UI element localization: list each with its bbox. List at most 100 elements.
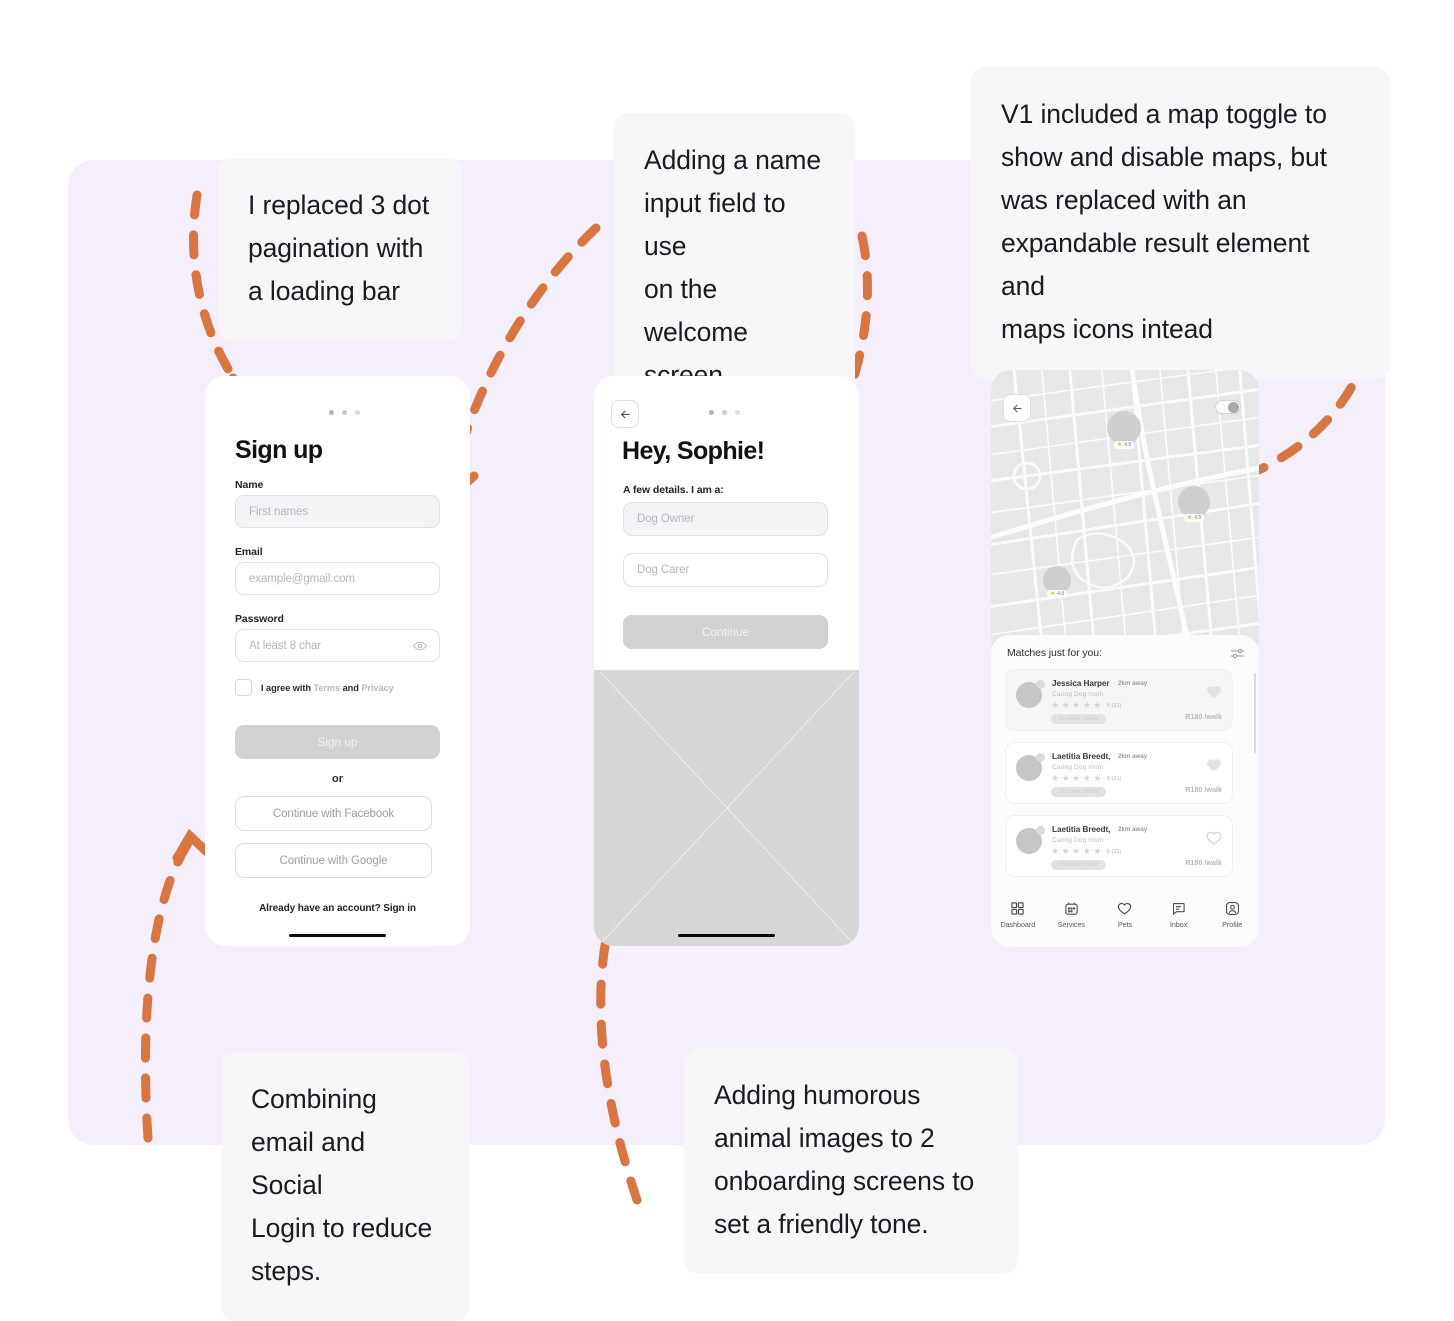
match-badge: 19 repeat clients <box>1051 787 1106 797</box>
matches-scrollbar[interactable] <box>1253 673 1256 753</box>
tab-inbox[interactable]: Inbox <box>1155 901 1203 929</box>
signin-footer-prefix: Already have an account? <box>259 903 384 914</box>
match-rating: ★ ★ ★ ★ ★ 5 (31) <box>1051 774 1122 783</box>
continue-with-google-button[interactable]: Continue with Google <box>235 843 432 878</box>
callout-humorous-images: Adding humorous animal images to 2 onboa… <box>684 1048 1018 1274</box>
match-price: R180 /walk <box>1185 785 1222 794</box>
match-distance: 2km away <box>1118 753 1148 760</box>
privacy-link[interactable]: Privacy <box>361 683 393 693</box>
home-indicator <box>289 933 386 937</box>
matches-sheet: Matches just for you: Jessica Harper 2km… <box>991 635 1259 947</box>
pagination-dot-3 <box>735 410 740 415</box>
tab-dashboard-label: Dashboard <box>1000 920 1036 929</box>
match-badge: 19 repeat clients <box>1051 714 1106 724</box>
match-rating: ★ ★ ★ ★ ★ 5 (31) <box>1051 701 1122 710</box>
star-icon: ★ <box>1051 773 1060 783</box>
role-option-dog-owner[interactable]: Dog Owner <box>623 502 828 536</box>
match-card[interactable]: Laetitia Breedt, 2km away Caring Dog mom… <box>1005 815 1233 877</box>
star-icon: ★ <box>1093 773 1102 783</box>
match-score: 5 (31) <box>1106 775 1122 782</box>
google-button-label: Continue with Google <box>279 854 388 867</box>
match-distance: 2km away <box>1118 826 1148 833</box>
phone-mockup-map: ★ 4.8 ★ 4.8 ★ 4.8 Matches just for you: … <box>991 370 1259 947</box>
tab-dashboard[interactable]: Dashboard <box>994 901 1042 929</box>
star-icon: ★ <box>1061 700 1070 710</box>
page-title-signup: Sign up <box>235 436 323 464</box>
matches-sheet-title: Matches just for you: <box>1007 647 1102 659</box>
tab-pets-label: Pets <box>1117 920 1133 929</box>
password-input-placeholder: At least 8 char <box>249 639 322 652</box>
match-score: 5 (31) <box>1106 702 1122 709</box>
terms-row[interactable]: I agree with Terms and Privacy <box>235 679 394 696</box>
signin-link[interactable]: Sign in <box>383 903 416 914</box>
name-input-placeholder: First names <box>249 505 308 518</box>
map-pin-rating: ★ 4.8 <box>1046 590 1068 598</box>
name-input[interactable]: First names <box>235 495 440 528</box>
tab-pets[interactable]: Pets <box>1101 901 1149 929</box>
arrow-left-icon <box>1012 404 1022 412</box>
pagination-dot-1 <box>709 410 714 415</box>
map-pin-2[interactable]: ★ 4.8 <box>1178 486 1210 522</box>
map-pin-avatar <box>1107 411 1141 445</box>
match-price: R180 /walk <box>1185 712 1222 721</box>
tab-inbox-label: Inbox <box>1169 920 1188 929</box>
map-pin-3[interactable]: ★ 4.8 <box>1043 566 1071 598</box>
facebook-button-label: Continue with Facebook <box>272 807 395 820</box>
back-button[interactable] <box>611 400 639 428</box>
continue-button[interactable]: Continue <box>623 615 828 649</box>
star-icon: ★ <box>1082 700 1091 710</box>
match-card[interactable]: Jessica Harper 2km away Caring Dog mom ★… <box>1005 669 1233 731</box>
role-option-dog-owner-label: Dog Owner <box>637 513 695 525</box>
welcome-subtitle: A few details. I am a: <box>623 484 724 496</box>
signup-submit-button[interactable]: Sign up <box>235 725 440 759</box>
avatar <box>1016 826 1045 854</box>
star-icon: ★ <box>1061 773 1070 783</box>
continue-button-label: Continue <box>701 625 750 639</box>
callout-name-field-text: Adding a name input field to use on the … <box>644 145 821 390</box>
signin-footer[interactable]: Already have an account? Sign in <box>230 903 445 914</box>
map-view[interactable]: ★ 4.8 ★ 4.8 ★ 4.8 <box>991 370 1259 645</box>
pagination-dot-2 <box>342 410 347 415</box>
map-toggle-switch[interactable] <box>1215 400 1241 414</box>
map-pin-1[interactable]: ★ 4.8 <box>1107 411 1141 449</box>
password-field-label: Password <box>235 613 284 625</box>
callout-pagination: I replaced 3 dot pagination with a loadi… <box>218 158 462 341</box>
heart-icon[interactable] <box>1206 684 1222 700</box>
heart-icon[interactable] <box>1206 830 1222 846</box>
star-icon: ★ <box>1072 846 1081 856</box>
match-price: R180 /walk <box>1185 858 1222 867</box>
avatar <box>1016 680 1045 708</box>
match-name: Jessica Harper <box>1052 679 1110 688</box>
heart-icon[interactable] <box>1206 757 1222 773</box>
continue-with-facebook-button[interactable]: Continue with Facebook <box>235 796 432 831</box>
pagination-dots <box>329 410 360 415</box>
signup-submit-label: Sign up <box>317 735 358 749</box>
name-field-label: Name <box>235 479 264 491</box>
email-input[interactable]: example@gmail.com <box>235 562 440 595</box>
eye-icon[interactable] <box>413 639 427 653</box>
tab-services[interactable]: Services <box>1047 901 1095 929</box>
star-icon: ★ <box>1049 591 1056 597</box>
terms-and: and <box>340 682 362 693</box>
match-score: 5 (31) <box>1106 848 1122 855</box>
terms-checkbox[interactable] <box>235 679 252 696</box>
email-input-placeholder: example@gmail.com <box>249 572 355 585</box>
match-card[interactable]: Laetitia Breedt, 2km away Caring Dog mom… <box>1005 742 1233 804</box>
role-option-dog-carer-label: Dog Carer <box>637 564 690 576</box>
message-icon <box>1173 902 1185 916</box>
star-icon: ★ <box>1082 773 1091 783</box>
pagination-dots-welcome <box>709 410 740 415</box>
terms-link[interactable]: Terms <box>313 683 340 693</box>
map-back-button[interactable] <box>1003 394 1031 422</box>
filter-icon[interactable] <box>1230 647 1245 660</box>
pagination-dot-3 <box>355 410 360 415</box>
role-option-dog-carer[interactable]: Dog Carer <box>623 553 828 587</box>
star-icon: ★ <box>1082 846 1091 856</box>
map-pin-rating-value: 4.8 <box>1194 515 1202 521</box>
match-rating: ★ ★ ★ ★ ★ 5 (31) <box>1051 847 1122 856</box>
tab-profile[interactable]: Profile <box>1208 901 1256 929</box>
password-input[interactable]: At least 8 char <box>235 629 440 662</box>
map-pin-rating: ★ 4.8 <box>1113 441 1135 449</box>
map-pin-rating-value: 4.8 <box>1124 442 1132 448</box>
star-icon: ★ <box>1061 846 1070 856</box>
